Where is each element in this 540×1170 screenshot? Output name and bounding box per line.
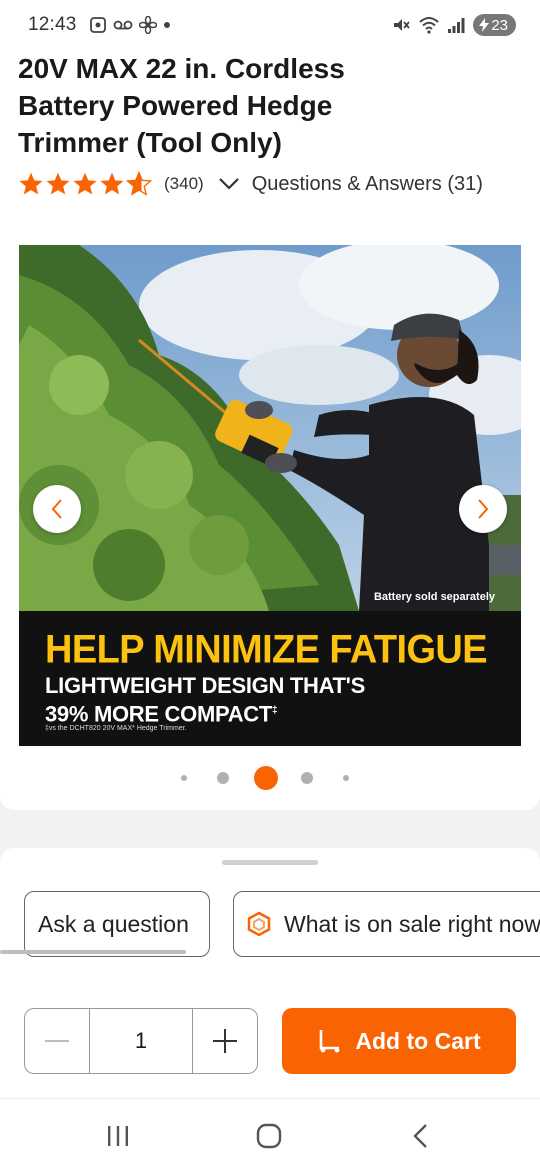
system-nav-bar: [0, 1098, 540, 1170]
product-image-carousel[interactable]: Battery sold separately HELP MINIMIZE FA…: [19, 245, 521, 746]
carousel-dot[interactable]: [217, 772, 229, 784]
back-icon: [413, 1124, 427, 1148]
chevron-down-icon[interactable]: [218, 177, 240, 191]
screenshot-icon: [89, 17, 106, 33]
fan-icon: [138, 16, 157, 34]
promo-subline-mark: ‡: [272, 705, 278, 716]
product-title: 20V MAX 22 in. Cordless Battery Powered …: [18, 53, 345, 158]
add-to-cart-button[interactable]: Add to Cart: [282, 1008, 516, 1074]
carousel-dot[interactable]: [181, 775, 187, 781]
promo-footnote: ‡vs the DCHT820 20V MAX* Hedge Trimmer.: [45, 725, 187, 732]
status-right-icons: 23: [391, 14, 516, 36]
recent-apps-icon: [108, 1126, 128, 1146]
voicemail-icon: [113, 20, 132, 30]
carousel-dot[interactable]: [343, 775, 349, 781]
product-photo: [19, 245, 521, 611]
review-count[interactable]: (340): [164, 174, 204, 194]
chevron-left-icon: [51, 499, 62, 519]
add-to-cart-label: Add to Cart: [355, 1027, 481, 1054]
star-icon: [100, 172, 124, 195]
half-star-icon: [126, 171, 152, 196]
quantity-stepper[interactable]: 1: [24, 1008, 258, 1074]
product-card: 20V MAX 22 in. Cordless Battery Powered …: [0, 50, 540, 810]
hand-truck-icon: [320, 1030, 340, 1053]
star-icon: [73, 172, 97, 195]
on-sale-label: What is on sale right now: [284, 910, 540, 937]
increase-quantity-button[interactable]: [193, 1009, 257, 1073]
carousel-prev-button[interactable]: [33, 485, 81, 533]
status-time: 12:43: [28, 14, 77, 35]
star-rating: [18, 171, 152, 197]
promo-subline-2-text: 39% MORE COMPACT: [45, 701, 273, 727]
chevron-right-icon: [478, 499, 489, 519]
promo-banner: HELP MINIMIZE FATIGUE LIGHTWEIGHT DESIGN…: [19, 611, 521, 746]
carousel-dot-active[interactable]: [254, 766, 278, 790]
wifi-icon: [419, 17, 439, 34]
sheet-drag-handle[interactable]: [222, 860, 318, 865]
quantity-value[interactable]: 1: [89, 1009, 193, 1073]
carousel-dot[interactable]: [301, 772, 313, 784]
mute-icon: [394, 19, 411, 31]
status-left-icons: [89, 16, 171, 34]
star-icon: [46, 172, 70, 195]
recent-apps-button[interactable]: [98, 1121, 138, 1151]
decrease-quantity-button[interactable]: [25, 1009, 89, 1073]
chip-scroll-indicator: [0, 950, 186, 954]
back-button[interactable]: [400, 1121, 440, 1151]
charging-bolt-icon: [479, 18, 490, 32]
promo-subline: LIGHTWEIGHT DESIGN THAT'S 39% MORE COMPA…: [45, 673, 365, 726]
ask-question-label: Ask a question: [38, 910, 189, 937]
home-icon: [256, 1123, 282, 1149]
home-button[interactable]: [249, 1121, 289, 1151]
questions-answers-link[interactable]: Questions & Answers (31): [252, 173, 483, 196]
battery-note: Battery sold separately: [373, 591, 495, 603]
status-bar: 12:43 23: [0, 0, 540, 50]
plus-icon: [213, 1029, 237, 1053]
carousel-next-button[interactable]: [459, 485, 507, 533]
carousel-pagination: [0, 762, 540, 792]
hexagon-icon: [247, 911, 271, 937]
battery-level: 23: [491, 16, 508, 34]
promo-subline-1: LIGHTWEIGHT DESIGN THAT'S: [45, 673, 365, 698]
promo-subline-2: 39% MORE COMPACT‡: [45, 698, 365, 726]
on-sale-chip[interactable]: What is on sale right now: [233, 891, 540, 957]
star-icon: [19, 172, 43, 195]
signal-icon: [448, 18, 465, 33]
dot-icon: [163, 22, 170, 28]
battery-indicator: 23: [473, 14, 516, 36]
rating-row[interactable]: (340) Questions & Answers (31): [18, 170, 483, 198]
promo-headline: HELP MINIMIZE FATIGUE: [45, 627, 488, 673]
minus-icon: [45, 1040, 69, 1042]
bottom-sheet: Ask a question What is on sale right now…: [0, 848, 540, 1098]
ask-question-chip[interactable]: Ask a question: [24, 891, 210, 957]
